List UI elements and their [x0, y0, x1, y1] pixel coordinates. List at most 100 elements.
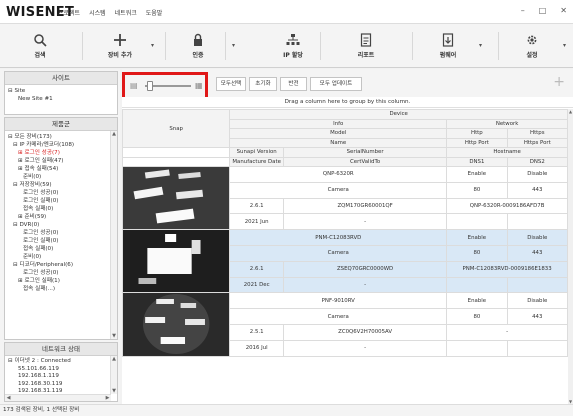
dns2-cell[interactable]: [506, 339, 569, 357]
device-tree-item[interactable]: 로그인 성공(0): [8, 189, 114, 197]
network-header[interactable]: Network: [446, 118, 568, 129]
device-tree-item[interactable]: 로그인 성공(0): [8, 229, 114, 237]
serial-cell[interactable]: ZSEQ70GRC0000WD: [282, 260, 448, 278]
http-cell[interactable]: Enable: [446, 166, 508, 183]
snapshot-thumbnail[interactable]: [121, 292, 231, 357]
ip-assign-button[interactable]: IP 할당: [268, 28, 318, 64]
auth-button[interactable]: 인증: [178, 28, 218, 64]
hostname-cell[interactable]: -: [446, 323, 568, 341]
sunapi-header[interactable]: Sunapi Version: [229, 147, 284, 158]
cert-cell[interactable]: -: [282, 213, 448, 231]
reset-button[interactable]: 초기화: [249, 77, 277, 91]
table-row[interactable]: QNP-6320R Enable Disable: [121, 165, 569, 231]
https-port-cell[interactable]: 443: [506, 181, 569, 199]
network-tree-hscrollbar[interactable]: ◀ ▶: [5, 394, 111, 401]
https-cell[interactable]: Disable: [506, 166, 569, 183]
scroll-down-icon[interactable]: ▼: [111, 333, 117, 339]
scroll-up-icon[interactable]: ▲: [568, 109, 573, 114]
slider-handle[interactable]: [147, 81, 153, 91]
https-header[interactable]: Https: [506, 128, 569, 139]
model-cell[interactable]: PNF-9010RV: [229, 292, 448, 310]
hostname-header[interactable]: Hostname: [446, 147, 568, 158]
report-button[interactable]: 리포트: [346, 28, 386, 64]
snapshot-thumbnail[interactable]: [121, 165, 231, 231]
table-row[interactable]: PNM-C12083RVD Enable Disable: [121, 229, 569, 294]
https-cell[interactable]: Disable: [506, 292, 569, 310]
add-icon[interactable]: +: [553, 74, 565, 90]
http-port-cell[interactable]: 80: [446, 181, 508, 199]
device-tree-item[interactable]: 접속 실패(0): [8, 245, 114, 253]
device-tree-item[interactable]: ⊟ 디코더/Peripheral(6): [8, 261, 114, 269]
device-tree-item[interactable]: ⊟ DVR(0): [8, 221, 114, 229]
site-item[interactable]: New Site #1: [8, 95, 114, 103]
https-port-cell[interactable]: 443: [506, 244, 569, 262]
device-tree-item[interactable]: ⊞ 준비(59): [8, 213, 114, 221]
name-cell[interactable]: Camera: [229, 308, 448, 325]
dns1-cell[interactable]: [446, 213, 508, 231]
firmware-button[interactable]: 펌웨어 ▾: [428, 28, 482, 64]
snap-header[interactable]: Snap: [121, 109, 231, 148]
hostname-cell[interactable]: QNP-6320R-0009186AFD7B: [446, 197, 568, 215]
cert-cell[interactable]: -: [282, 339, 448, 357]
ip-address-item[interactable]: 192.168.30.119: [8, 381, 114, 389]
sunapi-cell[interactable]: 2.6.1: [229, 260, 284, 278]
network-adapter-item[interactable]: ⊟ 이더넷 2 : Connected: [8, 358, 114, 366]
chevron-down-icon[interactable]: ▾: [232, 42, 235, 49]
update-all-button[interactable]: 모두 업데이트: [310, 77, 362, 91]
mfg-cell[interactable]: 2016 Jul: [229, 339, 284, 357]
model-cell[interactable]: PNM-C12083RVD: [229, 229, 448, 246]
device-tree-item[interactable]: 로그인 실패(0): [8, 197, 114, 205]
menu-project[interactable]: 프로젝트: [58, 8, 80, 17]
mfg-cell[interactable]: 2021 Jun: [229, 213, 284, 231]
name-cell[interactable]: Camera: [229, 181, 448, 199]
http-port-cell[interactable]: 80: [446, 308, 508, 325]
serial-header[interactable]: SerialNumber: [282, 147, 448, 158]
dns2-header[interactable]: DNS2: [506, 156, 569, 167]
device-tree-item[interactable]: ⊞ 로그인 실패(1): [8, 277, 114, 285]
snapshot-thumbnail[interactable]: [121, 229, 231, 294]
http-port-cell[interactable]: 80: [446, 244, 508, 262]
table-row[interactable]: PNF-9010RV Enable Disable: [121, 292, 569, 357]
network-tree-scrollbar[interactable]: ▲ ▼: [110, 356, 117, 394]
http-cell[interactable]: Enable: [446, 229, 508, 246]
close-button[interactable]: ✕: [560, 6, 567, 15]
dns2-cell[interactable]: [506, 213, 569, 231]
site-root[interactable]: ⊟ Site: [8, 87, 114, 95]
table-scrollbar[interactable]: ▲ ▼: [568, 109, 573, 404]
device-tree-item[interactable]: 접속 실패(0): [8, 205, 114, 213]
serial-cell[interactable]: ZC0Q6V2H70005AV: [282, 323, 448, 341]
device-tree-item[interactable]: 준비(0): [8, 173, 114, 181]
scroll-up-icon[interactable]: ▲: [111, 356, 117, 362]
ip-address-item[interactable]: 192.168.1.119: [8, 373, 114, 381]
device-tree-item[interactable]: 로그인 실패(0): [8, 237, 114, 245]
select-all-button[interactable]: 모두선택: [216, 77, 246, 91]
ip-address-item[interactable]: 55.101.66.119: [8, 366, 114, 374]
model-header[interactable]: Model: [229, 128, 448, 139]
https-port-header[interactable]: Https Port: [506, 137, 569, 148]
chevron-down-icon[interactable]: ▾: [563, 42, 566, 49]
dns1-header[interactable]: DNS1: [446, 156, 508, 167]
minimize-button[interactable]: –: [521, 6, 525, 15]
cert-cell[interactable]: -: [282, 276, 448, 294]
invert-button[interactable]: 반전: [280, 77, 307, 91]
device-tree-item[interactable]: ⊞ 로그인 성공(7): [8, 149, 114, 157]
settings-button[interactable]: 설정 ▾: [512, 28, 566, 64]
mfg-cell[interactable]: 2021 Dec: [229, 276, 284, 294]
menu-system[interactable]: 시스템: [89, 8, 106, 17]
maximize-button[interactable]: □: [539, 6, 547, 15]
http-cell[interactable]: Enable: [446, 292, 508, 310]
dns1-cell[interactable]: [446, 276, 508, 294]
dns1-cell[interactable]: [446, 339, 508, 357]
name-cell[interactable]: Camera: [229, 244, 448, 262]
device-tree-item[interactable]: ⊞ 로그인 실패(47): [8, 157, 114, 165]
https-port-cell[interactable]: 443: [506, 308, 569, 325]
serial-cell[interactable]: ZQM170GR60001QF: [282, 197, 448, 215]
chevron-down-icon[interactable]: ▾: [151, 42, 154, 49]
menu-network[interactable]: 네트워크: [115, 8, 137, 17]
http-port-header[interactable]: Http Port: [446, 137, 508, 148]
sunapi-cell[interactable]: 2.6.1: [229, 197, 284, 215]
scroll-up-icon[interactable]: ▲: [111, 131, 117, 137]
https-cell[interactable]: Disable: [506, 229, 569, 246]
name-header[interactable]: Name: [229, 137, 448, 148]
device-tree-item[interactable]: ⊟ IP 카메라/엔코더(108): [8, 141, 114, 149]
